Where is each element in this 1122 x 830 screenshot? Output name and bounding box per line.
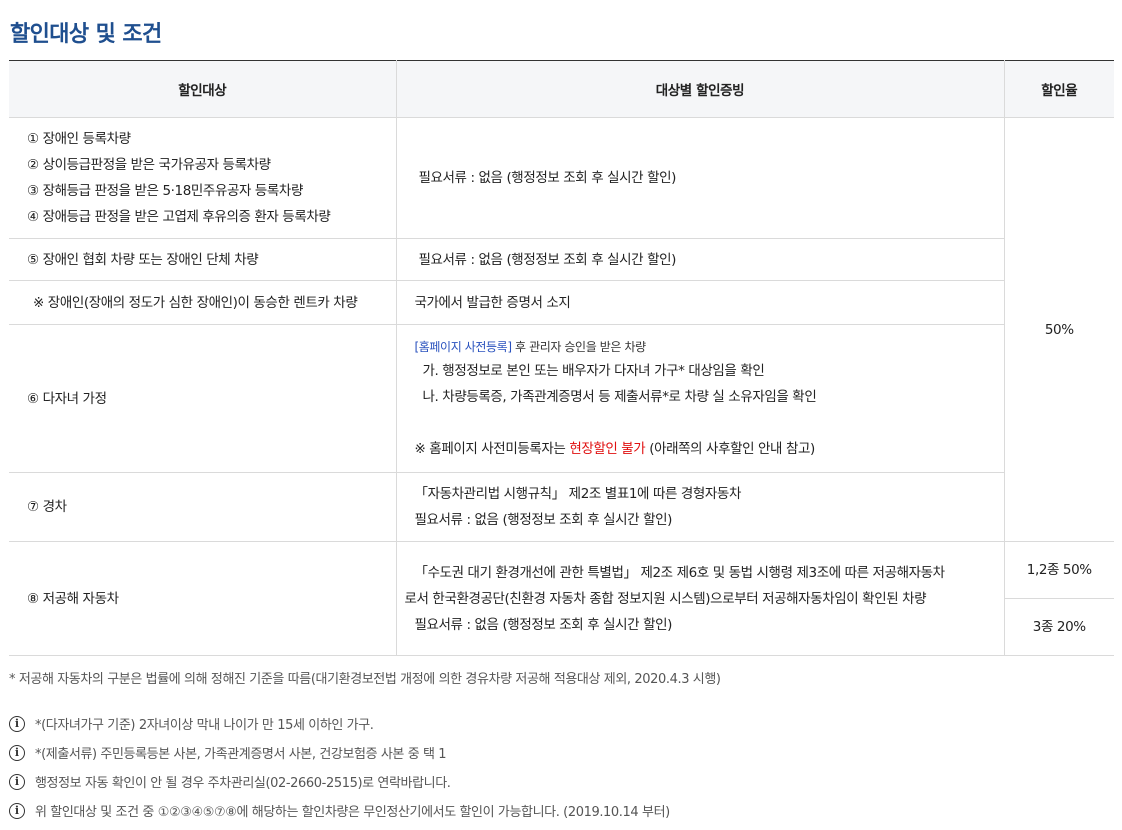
target-text: ⑧ 저공해 자동차 — [27, 590, 119, 607]
table-row: ⑤ 장애인 협회 차량 또는 장애인 단체 차량 필요서류 : 없음 (행정정보… — [9, 238, 1114, 281]
target-cell: ⑤ 장애인 협회 차량 또는 장애인 단체 차량 — [9, 238, 397, 281]
proof-line-a: 가. 행정정보로 본인 또는 배우자가 다자녀 가구* 대상임을 확인 — [422, 362, 765, 379]
page-title: 할인대상 및 조건 — [10, 22, 162, 47]
info-circle-icon: i — [9, 773, 25, 790]
target-cell: ⑥ 다자녀 가정 — [9, 324, 397, 473]
target-item: ④ 장애등급 판정을 받은 고엽제 후유의증 환자 등록차량 — [27, 209, 331, 225]
proof-spacer — [415, 410, 996, 436]
footnote: * 저공해 자동차의 구분은 법률에 의해 정해진 기준을 따름(대기환경보전법… — [9, 672, 721, 687]
target-text: ⑥ 다자녀 가정 — [27, 390, 107, 407]
info-text: *(다자녀가구 기준) 2자녀이상 막내 나이가 만 15세 이하인 가구. — [35, 718, 374, 733]
info-item: i 행정정보 자동 확인이 안 될 경우 주차관리실(02-2660-2515)… — [9, 767, 670, 796]
proof-line-b: 나. 차량등록증, 가족관계증명서 등 제출서류*로 차량 실 소유자임을 확인 — [422, 388, 817, 405]
info-text: *(제출서류) 주민등록등본 사본, 가족관계증명서 사본, 건강보험증 사본 … — [35, 747, 447, 762]
info-item: i 위 할인대상 및 조건 중 ①②③④⑤⑦⑧에 해당하는 할인차량은 무인정산… — [9, 796, 670, 825]
rate-value: 1,2종 50% — [1026, 562, 1092, 578]
discount-table: 할인대상 대상별 할인증빙 할인율 ① 장애인 등록차량 ② 상이등급판정을 받… — [9, 60, 1114, 656]
info-text: 행정정보 자동 확인이 안 될 경우 주차관리실(02-2660-2515)로 … — [35, 776, 451, 791]
info-text: 위 할인대상 및 조건 중 ①②③④⑤⑦⑧에 해당하는 할인차량은 무인정산기에… — [35, 805, 670, 820]
proof-note-post: (아래쪽의 사후할인 안내 참고) — [645, 440, 815, 457]
proof-line: 필요서류 : 없음 (행정정보 조회 후 실시간 할인) — [414, 616, 673, 633]
proof-text: 필요서류 : 없음 (행정정보 조회 후 실시간 할인) — [418, 170, 677, 186]
target-text: ※ 장애인(장애의 정도가 심한 장애인)이 동승한 렌트카 차량 — [33, 294, 358, 311]
proof-line: 로서 한국환경공단(친환경 자동차 종합 정보지원 시스템)으로부터 저공해자동… — [404, 590, 927, 607]
rate-cell-main: 50% — [1004, 117, 1114, 542]
table-row: ※ 장애인(장애의 정도가 심한 장애인)이 동승한 렌트카 차량 국가에서 발… — [9, 280, 1114, 325]
target-cell: ※ 장애인(장애의 정도가 심한 장애인)이 동승한 렌트카 차량 — [9, 280, 397, 325]
rate-value: 3종 20% — [1032, 619, 1086, 635]
header-proof: 대상별 할인증빙 — [396, 60, 1005, 118]
info-circle-icon: i — [9, 744, 25, 761]
proof-line: 필요서류 : 없음 (행정정보 조회 후 실시간 할인) — [414, 512, 673, 528]
proof-note-line: ※ 홈페이지 사전미등록자는 현장할인 불가 (아래쪽의 사후할인 안내 참고) — [415, 436, 996, 462]
info-item: i *(다자녀가구 기준) 2자녀이상 막내 나이가 만 15세 이하인 가구. — [9, 709, 670, 738]
proof-line: 「수도권 대기 환경개선에 관한 특별법」 제2조 제6호 및 동법 시행령 제… — [414, 564, 946, 581]
table-header-row: 할인대상 대상별 할인증빙 할인율 — [9, 60, 1114, 118]
target-text: ⑦ 경차 — [27, 499, 67, 515]
table-row: ⑥ 다자녀 가정 [홈페이지 사전등록] 후 관리자 승인을 받은 차량 가. … — [9, 324, 1114, 473]
target-item: ② 상이등급판정을 받은 국가유공자 등록차량 — [27, 157, 271, 173]
proof-cell: 필요서류 : 없음 (행정정보 조회 후 실시간 할인) — [396, 117, 1005, 239]
rate-cell-type3: 3종 20% — [1004, 598, 1114, 656]
target-cell: ⑧ 저공해 자동차 — [9, 541, 397, 656]
table-row: ① 장애인 등록차량 ② 상이등급판정을 받은 국가유공자 등록차량 ③ 장해등… — [9, 117, 1114, 542]
proof-cell: 필요서류 : 없음 (행정정보 조회 후 실시간 할인) — [396, 238, 1005, 281]
pre-registration-link[interactable]: [홈페이지 사전등록] — [415, 340, 513, 354]
rate-value: 50% — [1044, 321, 1074, 338]
target-cell: ⑦ 경차 — [9, 472, 397, 542]
header-target: 할인대상 — [9, 60, 397, 118]
info-item: i *(제출서류) 주민등록등본 사본, 가족관계증명서 사본, 건강보험증 사… — [9, 738, 670, 767]
proof-cell: 국가에서 발급한 증명서 소지 — [396, 280, 1005, 325]
rate-cell-type12: 1,2종 50% — [1004, 541, 1114, 599]
target-item: ③ 장해등급 판정을 받은 5·18민주유공자 등록차량 — [27, 183, 303, 199]
proof-text: 필요서류 : 없음 (행정정보 조회 후 실시간 할인) — [418, 251, 677, 268]
proof-cell: 「자동차관리법 시행규칙」 제2조 별표1에 따른 경형자동차 필요서류 : 없… — [396, 472, 1005, 542]
header-rate: 할인율 — [1004, 60, 1114, 118]
info-circle-icon: i — [9, 715, 25, 732]
proof-sub-text: 후 관리자 승인을 받은 차량 — [511, 339, 646, 354]
proof-line: 「자동차관리법 시행규칙」 제2조 별표1에 따른 경형자동차 — [414, 486, 742, 502]
proof-note-warning: 현장할인 불가 — [569, 440, 646, 457]
proof-cell: 「수도권 대기 환경개선에 관한 특별법」 제2조 제6호 및 동법 시행령 제… — [396, 541, 1005, 656]
target-cell: ① 장애인 등록차량 ② 상이등급판정을 받은 국가유공자 등록차량 ③ 장해등… — [9, 117, 397, 239]
table-row: ⑧ 저공해 자동차 「수도권 대기 환경개선에 관한 특별법」 제2조 제6호 … — [9, 541, 1114, 656]
table-row: ⑦ 경차 「자동차관리법 시행규칙」 제2조 별표1에 따른 경형자동차 필요서… — [9, 472, 1114, 542]
info-circle-icon: i — [9, 802, 25, 819]
proof-note-pre: ※ 홈페이지 사전미등록자는 — [414, 440, 570, 457]
proof-cell: [홈페이지 사전등록] 후 관리자 승인을 받은 차량 가. 행정정보로 본인 … — [396, 324, 1005, 473]
info-list: i *(다자녀가구 기준) 2자녀이상 막내 나이가 만 15세 이하인 가구.… — [9, 709, 670, 825]
target-item: ① 장애인 등록차량 — [27, 131, 131, 147]
proof-text: 국가에서 발급한 증명서 소지 — [414, 294, 571, 311]
proof-sub-line: [홈페이지 사전등록] 후 관리자 승인을 받은 차량 — [415, 336, 996, 358]
target-text: ⑤ 장애인 협회 차량 또는 장애인 단체 차량 — [27, 251, 259, 268]
